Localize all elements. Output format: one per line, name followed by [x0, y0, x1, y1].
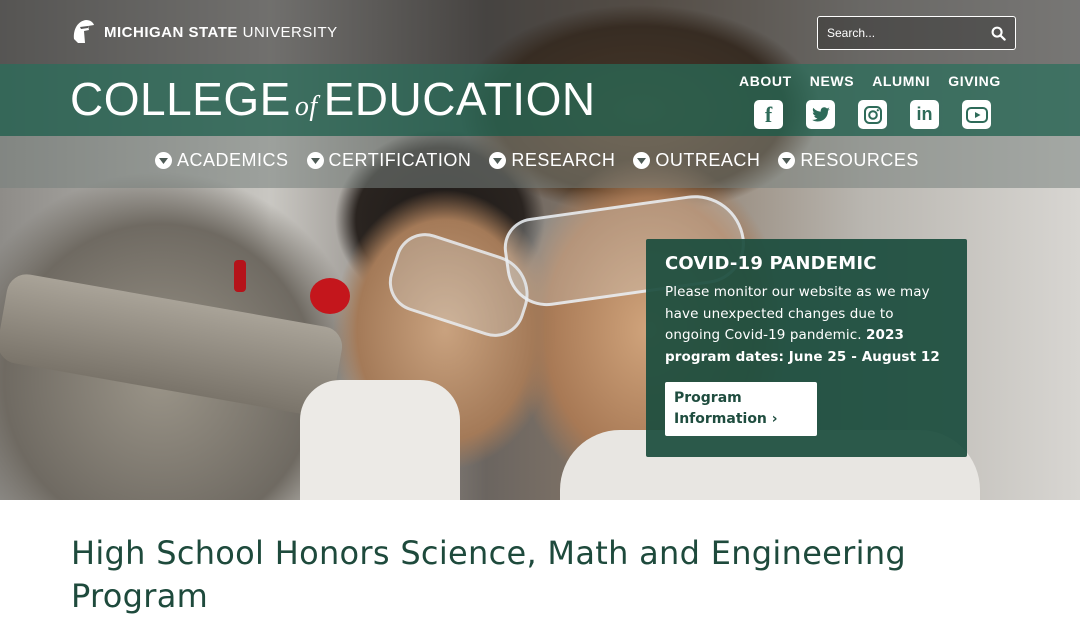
nav-item-certification[interactable]: CERTIFICATION: [306, 150, 472, 171]
msu-logo-link[interactable]: MICHIGAN STATE UNIVERSITY: [70, 16, 338, 48]
youtube-icon[interactable]: [962, 100, 991, 129]
covid-body: Please monitor our website as we may hav…: [665, 282, 948, 368]
university-name-bold: MICHIGAN STATE: [104, 23, 238, 41]
red-tube: [234, 260, 246, 292]
util-link-news[interactable]: NEWS: [810, 73, 854, 89]
facebook-icon[interactable]: f: [754, 100, 783, 129]
college-title-pre: COLLEGE: [70, 73, 291, 125]
social-links: f in: [754, 100, 991, 129]
lab-coat-left: [300, 380, 460, 500]
search-form: [817, 16, 1016, 50]
nav-label-certification: CERTIFICATION: [328, 150, 472, 170]
nav-item-resources[interactable]: RESOURCES: [778, 150, 919, 171]
chevron-down-icon: [155, 152, 172, 169]
search-input[interactable]: [818, 17, 982, 49]
linkedin-icon[interactable]: in: [910, 100, 939, 129]
college-title-of: of: [294, 91, 318, 122]
covid-heading: COVID-19 PANDEMIC: [665, 253, 877, 274]
spartan-helmet-icon: [73, 20, 94, 43]
main-nav: ACADEMICS CERTIFICATION RESEARCH OUTREAC…: [155, 150, 919, 171]
college-title-link[interactable]: COLLEGE of EDUCATION: [70, 73, 596, 133]
chevron-down-icon: [778, 152, 796, 169]
lab-clamp: [0, 271, 346, 419]
chevron-down-icon: [633, 152, 651, 169]
university-wordmark: MICHIGAN STATE UNIVERSITY: [104, 24, 338, 41]
util-link-alumni[interactable]: ALUMNI: [872, 73, 930, 89]
chevron-down-icon: [489, 152, 507, 169]
nav-item-academics[interactable]: ACADEMICS: [155, 150, 289, 171]
twitter-icon[interactable]: [806, 100, 835, 129]
program-button-line2: Information ›: [674, 411, 778, 427]
search-icon[interactable]: [982, 17, 1015, 49]
program-button-line1: Program: [674, 390, 742, 406]
college-title-post: EDUCATION: [323, 73, 596, 125]
program-information-button[interactable]: Program Information ›: [665, 382, 817, 436]
covid-notice: COVID-19 PANDEMIC Please monitor our web…: [646, 239, 967, 457]
util-link-about[interactable]: ABOUT: [739, 73, 792, 89]
nav-item-research[interactable]: RESEARCH: [489, 150, 615, 171]
utility-nav: ABOUT NEWS ALUMNI GIVING: [739, 73, 1001, 89]
util-link-giving[interactable]: GIVING: [948, 73, 1001, 89]
nav-label-resources: RESOURCES: [800, 150, 919, 170]
nav-label-research: RESEARCH: [511, 150, 616, 170]
page-title: High School Honors Science, Math and Eng…: [71, 534, 907, 615]
nav-label-academics: ACADEMICS: [177, 150, 289, 170]
nav-item-outreach[interactable]: OUTREACH: [633, 150, 760, 171]
nav-label-outreach: OUTREACH: [655, 150, 761, 170]
red-stopper: [310, 278, 350, 314]
chevron-down-icon: [306, 152, 324, 169]
instagram-icon[interactable]: [858, 100, 887, 129]
university-name-light: UNIVERSITY: [242, 23, 338, 41]
